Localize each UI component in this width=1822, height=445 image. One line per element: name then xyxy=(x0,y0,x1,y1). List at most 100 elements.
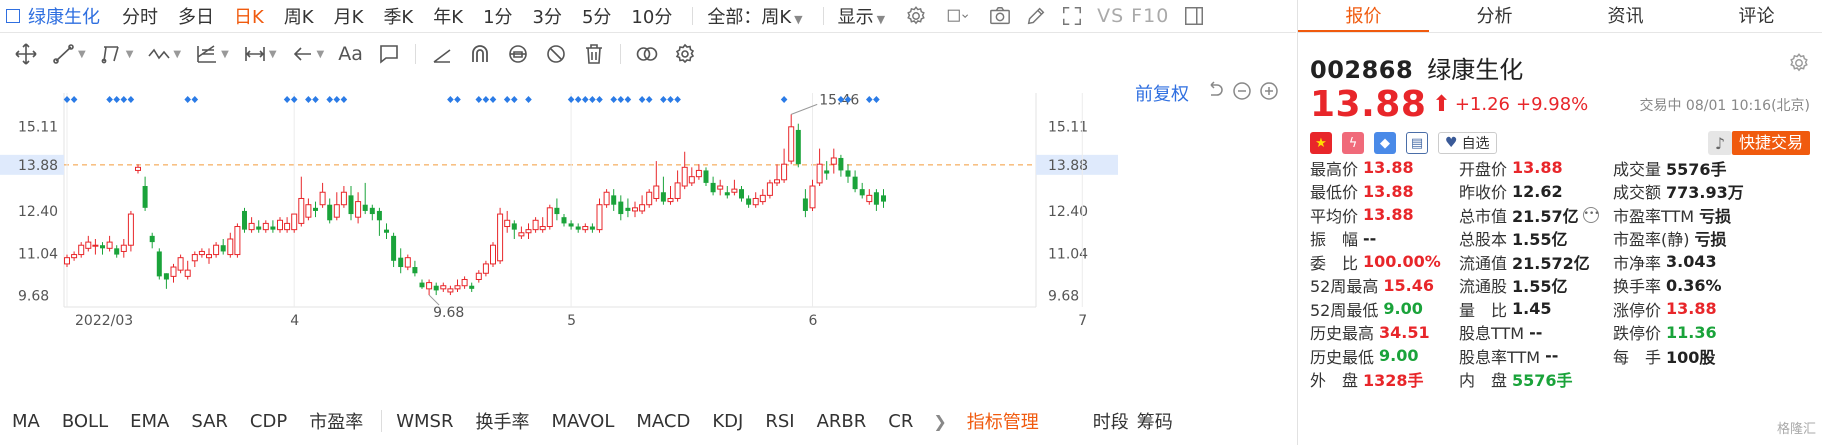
y-tick-label-left: 11.04 xyxy=(18,246,58,262)
candle-body-up xyxy=(497,213,504,262)
trash-icon[interactable] xyxy=(582,41,606,67)
indicator-arbr[interactable]: ARBR xyxy=(817,411,867,432)
zoom-out-icon[interactable] xyxy=(1232,81,1252,101)
magnet-icon[interactable] xyxy=(468,41,492,67)
comment-icon[interactable] xyxy=(377,41,401,67)
pencil-icon[interactable] xyxy=(1025,5,1047,27)
period-duori[interactable]: 多日 xyxy=(178,3,214,29)
x-tick-label: 6 xyxy=(809,313,818,329)
candle-body-up xyxy=(582,226,589,231)
chips-button[interactable]: 筹码 xyxy=(1137,408,1173,434)
stats-row: 最高价 13.88 开盘价 13.88 成交量 5576手 xyxy=(1310,156,1820,180)
stat-cell: 换手率 0.36% xyxy=(1613,273,1820,297)
display-dropdown[interactable]: 显示 ▼ xyxy=(838,3,885,29)
lock-icon[interactable] xyxy=(506,41,530,67)
indicator-sar[interactable]: SAR xyxy=(191,411,228,432)
hide-icon[interactable] xyxy=(544,41,568,67)
divider xyxy=(381,410,383,432)
indicator-boll[interactable]: BOLL xyxy=(62,411,108,432)
undo-icon[interactable] xyxy=(1205,81,1225,101)
arrow-tool-icon[interactable]: ▼ xyxy=(291,41,324,67)
stat-cell: 总股本 1.55亿 xyxy=(1459,226,1613,250)
indicator-ema[interactable]: EMA xyxy=(130,411,169,432)
candle-body-up xyxy=(319,191,326,206)
indicator-kdj[interactable]: KDJ xyxy=(712,411,743,432)
candle-body-down xyxy=(802,198,808,211)
compare-icon[interactable] xyxy=(635,41,659,67)
chevron-right-icon[interactable]: ❯ xyxy=(933,412,946,431)
stat-value: 13.88 xyxy=(1363,205,1414,225)
quick-trade-button[interactable]: 快捷交易 xyxy=(1731,131,1810,155)
indicator-manage-button[interactable]: 指标管理 xyxy=(967,408,1039,434)
period-segment-button[interactable]: 时段 xyxy=(1093,408,1129,434)
more-options-icon[interactable]: ••• xyxy=(1582,206,1600,223)
stat-label: 最低价 xyxy=(1310,183,1359,203)
camera-icon[interactable] xyxy=(989,5,1011,27)
period-5min[interactable]: 5分 xyxy=(582,3,611,29)
indicator-cr[interactable]: CR xyxy=(888,411,913,432)
fib-tool-icon[interactable]: ▼ xyxy=(195,41,229,67)
chart-panel: 绿康生化 分时 多日 日K 周K 月K 季K 年K 1分 3分 5分 10分 全… xyxy=(0,0,1296,445)
move-icon[interactable] xyxy=(14,41,38,67)
period-3min[interactable]: 3分 xyxy=(533,3,562,29)
tab-analysis[interactable]: 分析 xyxy=(1429,0,1560,32)
wave-tool-icon[interactable]: ▼ xyxy=(147,41,181,67)
period-daily[interactable]: 日K xyxy=(234,3,264,29)
period-yearly[interactable]: 年K xyxy=(433,3,463,29)
stat-cell: 历史最低 9.00 xyxy=(1310,344,1459,368)
indicator-cdp[interactable]: CDP xyxy=(250,411,287,432)
indicator-pe[interactable]: 市盈率 xyxy=(309,408,363,434)
indicator-macd[interactable]: MACD xyxy=(636,411,690,432)
kline-chart[interactable]: 15.11 15.1112.40 12.4011.04 11.049.68 9.6813… xyxy=(0,75,1296,397)
channel-tool-icon[interactable]: ▼ xyxy=(100,41,133,67)
indicator-ma[interactable]: MA xyxy=(12,411,40,432)
tab-news[interactable]: 资讯 xyxy=(1560,0,1691,32)
period-fenshi[interactable]: 分时 xyxy=(122,3,158,29)
tab-quote[interactable]: 报价 xyxy=(1298,0,1429,32)
candle-body-up xyxy=(120,244,127,252)
chart-settings-icon[interactable] xyxy=(673,41,697,67)
tab-comments[interactable]: 评论 xyxy=(1691,0,1822,32)
stock-checkbox[interactable] xyxy=(6,9,20,23)
stock-name-label[interactable]: 绿康生化 xyxy=(28,3,100,29)
vs-f10-label[interactable]: VS F10 xyxy=(1097,5,1169,27)
indicator-mavol[interactable]: MAVOL xyxy=(551,411,614,432)
zoom-in-icon[interactable] xyxy=(1259,81,1279,101)
ray-tool-icon[interactable] xyxy=(430,41,454,67)
measure-tool-icon[interactable]: ▼ xyxy=(243,41,277,67)
fullscreen-icon[interactable] xyxy=(1061,5,1083,27)
stat-label: 最高价 xyxy=(1310,159,1359,179)
period-all-dropdown[interactable]: 全部：周K ▼ xyxy=(707,3,802,29)
watermark-logo: 格隆汇 xyxy=(1776,422,1816,437)
period-weekly[interactable]: 周K xyxy=(284,3,314,29)
stat-cell: 外 盘 1328手 xyxy=(1310,367,1459,391)
candle-body-down xyxy=(710,182,716,193)
text-tool[interactable]: Aa xyxy=(338,41,363,67)
line-tool-icon[interactable]: ▼ xyxy=(52,41,86,67)
period-10min[interactable]: 10分 xyxy=(631,3,672,29)
signal-marker xyxy=(191,96,199,103)
adjust-mode-button[interactable]: 前复权 xyxy=(1135,80,1189,106)
gear-icon[interactable] xyxy=(1788,52,1810,74)
tag-icon[interactable]: ◆ xyxy=(1374,132,1396,154)
candle-body-up xyxy=(731,188,738,193)
color-square-dropdown-icon[interactable] xyxy=(941,5,975,27)
trading-status: 交易中 08/01 10:16(北京) xyxy=(1639,98,1810,114)
hot-icon[interactable]: ϟ xyxy=(1342,132,1364,154)
indicator-wmsr[interactable]: WMSR xyxy=(396,411,453,432)
notes-icon[interactable]: ▤ xyxy=(1406,132,1428,154)
indicator-turnover[interactable]: 换手率 xyxy=(475,408,529,434)
bell-icon[interactable]: ♪ xyxy=(1708,131,1732,155)
indicator-rsi[interactable]: RSI xyxy=(765,411,794,432)
signal-marker xyxy=(780,96,788,103)
stat-value: 1328手 xyxy=(1363,371,1424,391)
sidebar-toggle-icon[interactable] xyxy=(1183,5,1205,27)
kline-chart-area[interactable]: 15.11 15.11 12.40 12.40 11.04 11.04 9.68 9.68 13… xyxy=(0,75,1296,397)
settings-gear-icon[interactable] xyxy=(905,5,927,27)
period-1min[interactable]: 1分 xyxy=(483,3,512,29)
period-quarterly[interactable]: 季K xyxy=(383,3,413,29)
add-watchlist-button[interactable]: ♥ 自选 xyxy=(1438,132,1497,154)
period-monthly[interactable]: 月K xyxy=(334,3,364,29)
candle-body-up xyxy=(596,204,603,231)
candle-body-up xyxy=(504,219,511,228)
